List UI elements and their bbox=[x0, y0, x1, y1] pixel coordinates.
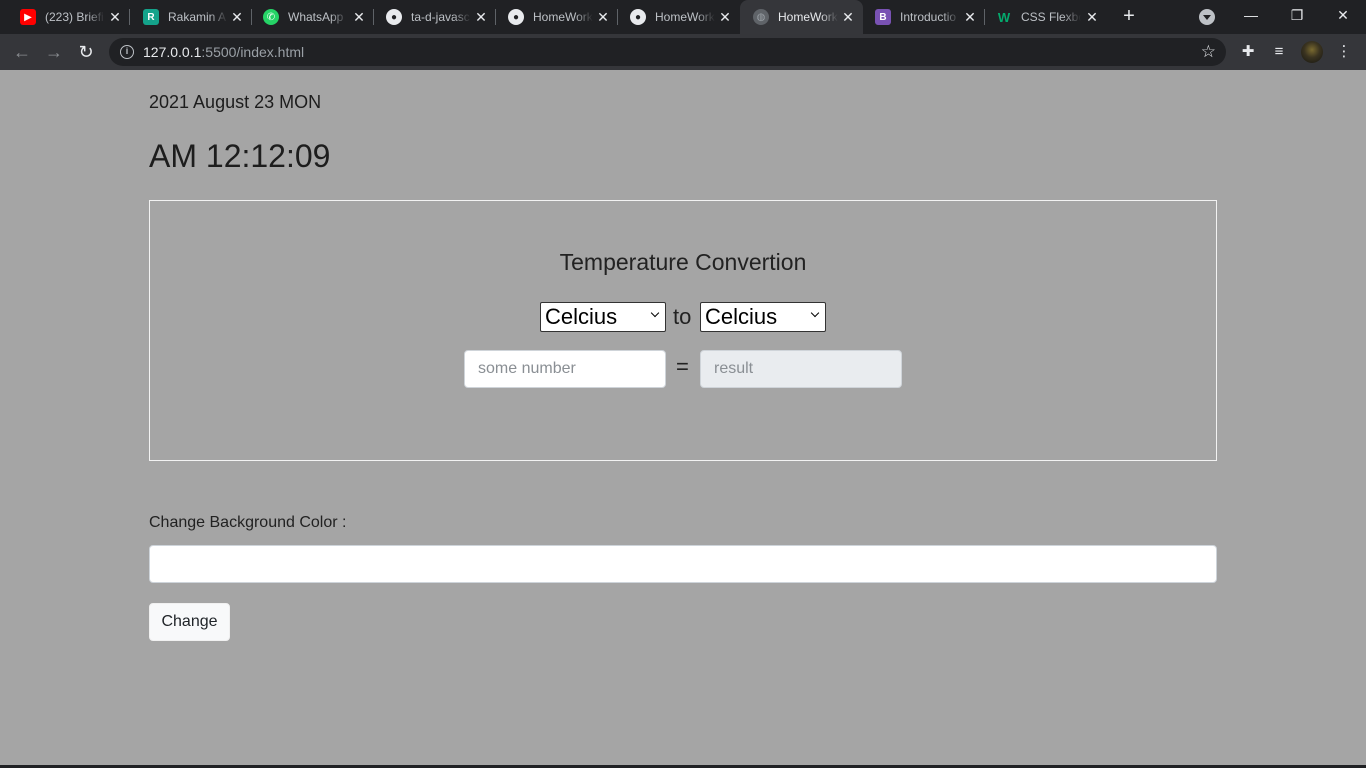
rakamin-icon: R bbox=[143, 9, 159, 25]
github-icon: ● bbox=[630, 9, 646, 25]
restore-icon[interactable]: ❐ bbox=[1286, 4, 1308, 26]
chevron-down-icon bbox=[650, 308, 660, 318]
close-tab-icon[interactable]: ✕ bbox=[841, 10, 855, 24]
equals-sign: = bbox=[676, 354, 689, 379]
tab-active[interactable]: ◍ HomeWork ✕ bbox=[740, 0, 863, 34]
url-host: 127.0.0.1 bbox=[143, 44, 202, 60]
to-unit-value: Celcius bbox=[705, 304, 778, 329]
tab-github-3[interactable]: ● HomeWork ✕ bbox=[618, 0, 740, 34]
to-label: to bbox=[673, 304, 692, 329]
close-tab-icon[interactable]: ✕ bbox=[108, 10, 122, 24]
tab-search-icon[interactable] bbox=[1199, 9, 1215, 25]
tab-github-2[interactable]: ● HomeWork ✕ bbox=[496, 0, 618, 34]
close-tab-icon[interactable]: ✕ bbox=[474, 10, 488, 24]
tab-bootstrap[interactable]: B Introductio ✕ bbox=[863, 0, 985, 34]
menu-kebab-icon[interactable]: ⋮ bbox=[1333, 41, 1355, 63]
minimize-icon[interactable]: — bbox=[1240, 4, 1262, 26]
address-bar[interactable]: i 127.0.0.1:5500/index.html ☆ bbox=[109, 38, 1226, 66]
from-unit-select[interactable]: Celcius bbox=[540, 302, 666, 332]
bookmark-star-icon[interactable]: ☆ bbox=[1201, 42, 1216, 62]
extensions-icon[interactable]: ✚ bbox=[1237, 41, 1259, 63]
profile-avatar[interactable] bbox=[1301, 41, 1323, 63]
url-text[interactable]: 127.0.0.1:5500/index.html bbox=[143, 44, 304, 60]
bootstrap-icon: B bbox=[875, 9, 891, 25]
tab-title: HomeWork bbox=[533, 10, 593, 24]
chevron-down-icon bbox=[810, 308, 820, 318]
new-tab-icon[interactable]: + bbox=[1119, 6, 1139, 26]
tab-title: Rakamin A bbox=[168, 10, 227, 24]
reload-icon[interactable]: ↻ bbox=[75, 41, 97, 63]
close-window-icon[interactable]: ✕ bbox=[1332, 4, 1354, 26]
tab-title: CSS Flexbo bbox=[1021, 10, 1081, 24]
close-tab-icon[interactable]: ✕ bbox=[596, 10, 610, 24]
close-tab-icon[interactable]: ✕ bbox=[1085, 10, 1099, 24]
forward-icon[interactable]: → bbox=[43, 41, 65, 63]
temperature-converter: Temperature Convertion Celcius to Celciu… bbox=[149, 200, 1217, 461]
media-control-icon[interactable]: ≡ bbox=[1268, 41, 1290, 63]
temperature-input[interactable]: some number bbox=[464, 350, 666, 388]
tab-whatsapp[interactable]: ✆ WhatsApp ✕ bbox=[252, 0, 374, 34]
current-time: AM 12:12:09 bbox=[149, 138, 331, 174]
close-tab-icon[interactable]: ✕ bbox=[963, 10, 977, 24]
background-color-input[interactable] bbox=[149, 545, 1217, 583]
browser-toolbar: ← → ↻ i 127.0.0.1:5500/index.html ☆ ✚ ≡ … bbox=[0, 34, 1366, 70]
tab-title: Introductio bbox=[900, 10, 957, 24]
site-info-icon[interactable]: i bbox=[120, 45, 134, 59]
to-unit-select[interactable]: Celcius bbox=[700, 302, 826, 332]
tab-title: HomeWork bbox=[655, 10, 715, 24]
tab-github-1[interactable]: ● ta-d-javasc ✕ bbox=[374, 0, 496, 34]
whatsapp-icon: ✆ bbox=[263, 9, 279, 25]
close-tab-icon[interactable]: ✕ bbox=[718, 10, 732, 24]
github-icon: ● bbox=[386, 9, 402, 25]
converter-title: Temperature Convertion bbox=[559, 249, 807, 275]
tab-strip: ▶ (223) Briefi ✕ R Rakamin A ✕ ✆ WhatsAp… bbox=[0, 0, 1366, 34]
current-date: 2021 August 23 MON bbox=[149, 92, 322, 112]
w3schools-icon: W bbox=[997, 9, 1011, 25]
close-tab-icon[interactable]: ✕ bbox=[230, 10, 244, 24]
from-unit-value: Celcius bbox=[545, 304, 618, 329]
change-button[interactable]: Change bbox=[149, 603, 230, 641]
url-path: :5500/index.html bbox=[201, 44, 305, 60]
tab-title: ta-d-javasc bbox=[411, 10, 470, 24]
tab-rakamin[interactable]: R Rakamin A ✕ bbox=[130, 0, 252, 34]
tab-title: (223) Briefi bbox=[45, 10, 104, 24]
tab-youtube[interactable]: ▶ (223) Briefi ✕ bbox=[12, 0, 130, 34]
globe-icon: ◍ bbox=[753, 9, 769, 25]
github-icon: ● bbox=[508, 9, 524, 25]
result-field: result bbox=[700, 350, 902, 388]
close-tab-icon[interactable]: ✕ bbox=[352, 10, 366, 24]
back-icon[interactable]: ← bbox=[11, 41, 33, 63]
tab-w3schools[interactable]: W CSS Flexbo ✕ bbox=[985, 0, 1107, 34]
youtube-icon: ▶ bbox=[20, 9, 36, 25]
background-color-label: Change Background Color : bbox=[149, 514, 347, 531]
tab-title: WhatsApp bbox=[288, 10, 344, 24]
tab-title: HomeWork bbox=[778, 10, 838, 24]
